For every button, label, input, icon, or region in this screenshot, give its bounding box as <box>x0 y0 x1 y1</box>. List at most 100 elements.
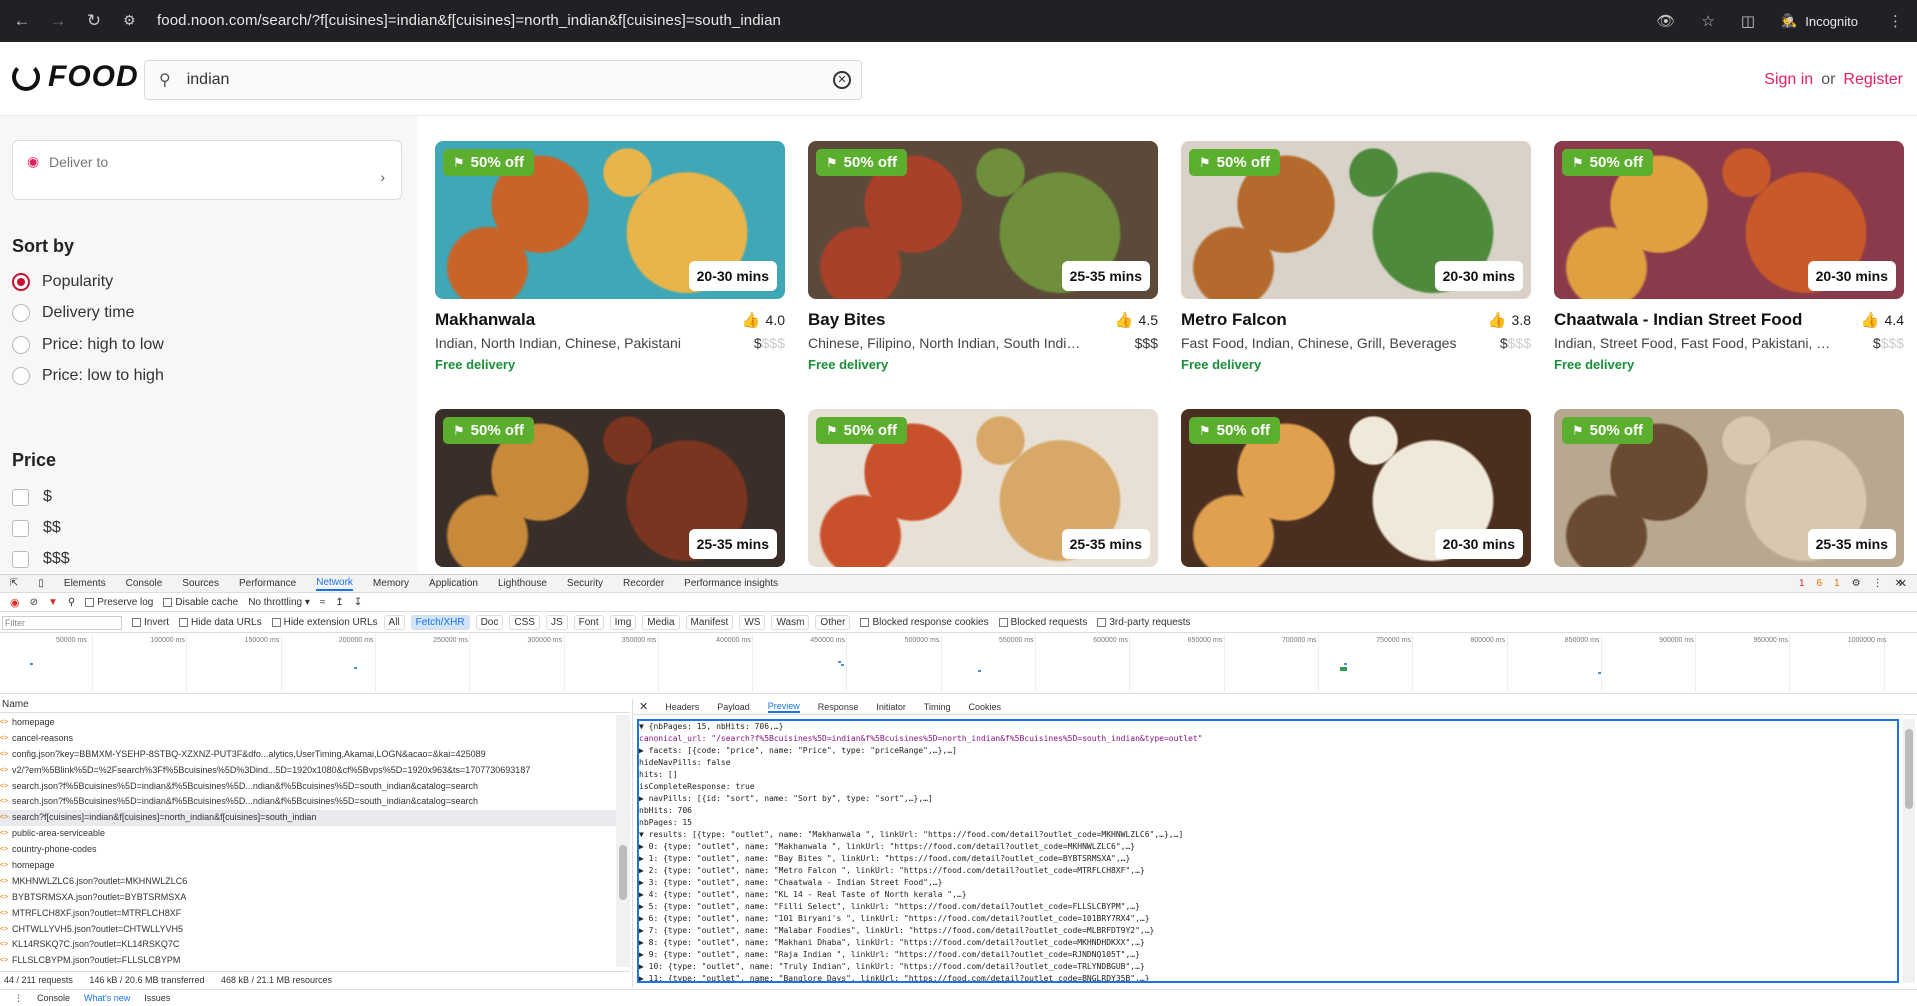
preview-line[interactable]: canonical_url: "/search?f%5Bcuisines%5D=… <box>639 733 1897 745</box>
sort-radio[interactable] <box>12 304 30 322</box>
bookmark-star-icon[interactable]: ☆ <box>1701 12 1714 30</box>
price-checkbox[interactable] <box>12 519 29 537</box>
network-request-row[interactable]: KL14RSKQ7C.json?outlet=KL14RSKQ7C <box>0 937 616 953</box>
detail-tab-preview[interactable]: Preview <box>767 701 800 713</box>
device-toolbar-icon[interactable]: ▯ <box>38 578 44 589</box>
restaurant-card[interactable]: ⚑ 50% off 20-30 mins Metro Falcon 👍 3.8 Fast F… <box>1181 141 1531 376</box>
devtools-tab-application[interactable]: Application <box>429 578 478 589</box>
devtools-menu-icon[interactable]: ⋮ <box>1873 578 1883 589</box>
restaurant-image[interactable]: ⚑ 50% off 25-35 mins <box>808 409 1158 567</box>
preview-line[interactable]: nbPages: 15 <box>639 817 1897 829</box>
restaurant-card[interactable]: ⚑ 50% off 25-35 mins <box>1554 409 1904 567</box>
restaurant-card[interactable]: ⚑ 50% off 20-30 mins Makhanwala 👍 4.0 Indian, … <box>435 141 785 376</box>
network-request-row[interactable]: cancel-reasons <box>0 731 616 747</box>
price-option-2[interactable]: $$$ <box>12 550 70 568</box>
devtools-tab-console[interactable]: Console <box>126 578 163 589</box>
detail-tab-cookies[interactable]: Cookies <box>969 702 1002 712</box>
export-har-icon[interactable]: ↧ <box>354 597 362 608</box>
network-conditions-icon[interactable]: ≈ <box>320 597 326 608</box>
sort-radio[interactable] <box>12 367 30 385</box>
reload-icon[interactable]: ↻ <box>80 7 108 35</box>
restaurant-image[interactable]: ⚑ 50% off 20-30 mins <box>1554 141 1904 299</box>
detail-tab-initiator[interactable]: Initiator <box>876 702 906 712</box>
throttling-select[interactable]: No throttling ▾ <box>248 597 310 608</box>
type-filter-ws[interactable]: WS <box>739 615 766 630</box>
network-request-row[interactable]: MKHNWLZLC6.json?outlet=MKHNWLZLC6 <box>0 874 616 890</box>
type-filter-font[interactable]: Font <box>573 615 604 630</box>
import-har-icon[interactable]: ↥ <box>335 597 343 608</box>
restaurant-image[interactable]: ⚑ 50% off 25-35 mins <box>1554 409 1904 567</box>
restaurant-image[interactable]: ⚑ 50% off 20-30 mins <box>1181 141 1531 299</box>
detail-tab-headers[interactable]: Headers <box>665 702 699 712</box>
network-request-row[interactable]: CHTWLLYVH5.json?outlet=CHTWLLYVH5 <box>0 922 616 938</box>
preview-line[interactable]: hits: [] <box>639 769 1897 781</box>
drawer-tab-issues[interactable]: Issues <box>144 993 170 1003</box>
restaurant-card[interactable]: ⚑ 50% off 20-30 mins Chaatwala - Indian Str… <box>1554 141 1904 376</box>
sort-option-2[interactable]: Price: high to low <box>12 336 164 354</box>
side-panel-icon[interactable]: ◫ <box>1741 12 1755 30</box>
clear-log-icon[interactable]: ⊘ <box>30 597 38 608</box>
network-request-row[interactable]: public-area-serviceable <box>0 826 616 842</box>
error-count[interactable]: 1 <box>1799 578 1805 589</box>
json-preview[interactable]: ▼ {nbPages: 15, nbHits: 706,…} canonical… <box>637 719 1899 983</box>
clear-search-icon[interactable]: ✕ <box>833 71 851 89</box>
warning-count[interactable]: 6 <box>1817 578 1823 589</box>
price-checkbox[interactable] <box>12 550 29 568</box>
inspect-element-icon[interactable]: ⇱ <box>10 578 18 589</box>
preview-line[interactable]: ▼ results: [{type: "outlet", name: "Makh… <box>639 829 1897 841</box>
price-checkbox[interactable] <box>12 488 29 506</box>
network-request-row[interactable]: country-phone-codes <box>0 842 616 858</box>
food-logo[interactable]: FOOD <box>12 60 139 94</box>
preview-line[interactable]: isCompleteResponse: true <box>639 781 1897 793</box>
eye-off-icon[interactable]: 👁 <box>1656 12 1675 30</box>
name-column-header[interactable]: Name <box>0 699 630 713</box>
restaurant-name[interactable]: Bay Bites <box>808 310 885 330</box>
type-filter-wasm[interactable]: Wasm <box>771 615 810 630</box>
network-overview-timeline[interactable]: 50000 ms 100000 ms 150000 ms 200000 ms 25000… <box>0 634 1917 694</box>
drawer-close-icon[interactable]: ✕ <box>1898 577 1907 590</box>
restaurant-card[interactable]: ⚑ 50% off 25-35 mins <box>808 409 1158 567</box>
preview-line[interactable]: ▶ 3: {type: "outlet", name: "Chaatwala -… <box>639 877 1897 889</box>
sort-option-3[interactable]: Price: low to high <box>12 367 164 385</box>
restaurant-image[interactable]: ⚑ 50% off 25-35 mins <box>435 409 785 567</box>
preview-line[interactable]: ▶ 8: {type: "outlet", name: "Makhani Dha… <box>639 937 1897 949</box>
sort-option-0[interactable]: Popularity <box>12 273 113 291</box>
network-request-row[interactable]: homepage <box>0 858 616 874</box>
devtools-tab-elements[interactable]: Elements <box>64 578 106 589</box>
restaurant-name[interactable]: Chaatwala - Indian Street Food <box>1554 310 1802 330</box>
preview-line[interactable]: hideNavPills: false <box>639 757 1897 769</box>
filter-option-2[interactable]: Hide extension URLs <box>271 617 378 628</box>
devtools-tab-performance-insights[interactable]: Performance insights <box>684 578 778 589</box>
filter-option-1[interactable]: Hide data URLs <box>179 617 262 628</box>
record-icon[interactable]: ◉ <box>10 596 20 609</box>
preview-line[interactable]: ▶ 11: {type: "outlet", name: "Banglore D… <box>639 973 1897 981</box>
detail-tab-payload[interactable]: Payload <box>717 702 750 712</box>
register-link[interactable]: Register <box>1843 71 1903 88</box>
type-filter-doc[interactable]: Doc <box>475 615 504 630</box>
restaurant-card[interactable]: ⚑ 50% off 25-35 mins <box>435 409 785 567</box>
drawer-menu-icon[interactable]: ⋮ <box>14 993 23 1004</box>
filter-funnel-icon[interactable]: ▼ <box>48 597 58 608</box>
type-filter-manifest[interactable]: Manifest <box>685 615 734 630</box>
network-request-row[interactable]: v2/?em%5Blink%5D=%2Fsearch%3Ff%5Bcuisine… <box>0 763 616 779</box>
preview-line[interactable]: ▶ 9: {type: "outlet", name: "Raja Indian… <box>639 949 1897 961</box>
preview-line[interactable]: ▶ 4: {type: "outlet", name: "KL 14 - Rea… <box>639 889 1897 901</box>
preview-line[interactable]: ▶ 1: {type: "outlet", name: "Bay Bites "… <box>639 853 1897 865</box>
devtools-status[interactable]: 1 6 1 ⚙ ⋮ ✕ <box>1799 578 1903 589</box>
type-filter-other[interactable]: Other <box>815 615 851 630</box>
restaurant-name[interactable]: Metro Falcon <box>1181 310 1287 330</box>
network-request-row[interactable]: search?f[cuisines]=indian&f[cuisines]=no… <box>0 810 616 827</box>
network-filter-input[interactable]: Filter <box>2 615 122 630</box>
devtools-tab-network[interactable]: Network <box>316 577 353 591</box>
sign-in-link[interactable]: Sign in <box>1764 71 1813 88</box>
preview-line[interactable]: ▶ navPills: [{id: "sort", name: "Sort by… <box>639 793 1897 805</box>
network-request-row[interactable]: MTRFLCH8XF.json?outlet=MTRFLCH8XF <box>0 906 616 922</box>
restaurant-image[interactable]: ⚑ 50% off 20-30 mins <box>435 141 785 299</box>
site-settings-icon[interactable]: ⚙ <box>123 12 143 29</box>
devtools-tab-performance[interactable]: Performance <box>239 578 296 589</box>
sort-radio[interactable] <box>12 273 30 291</box>
network-request-row[interactable]: search.json?f%5Bcuisines%5D=indian&f%5Bc… <box>0 779 616 795</box>
restaurant-image[interactable]: ⚑ 50% off 25-35 mins <box>808 141 1158 299</box>
network-request-row[interactable]: homepage <box>0 715 616 731</box>
devtools-settings-icon[interactable]: ⚙ <box>1852 578 1861 589</box>
